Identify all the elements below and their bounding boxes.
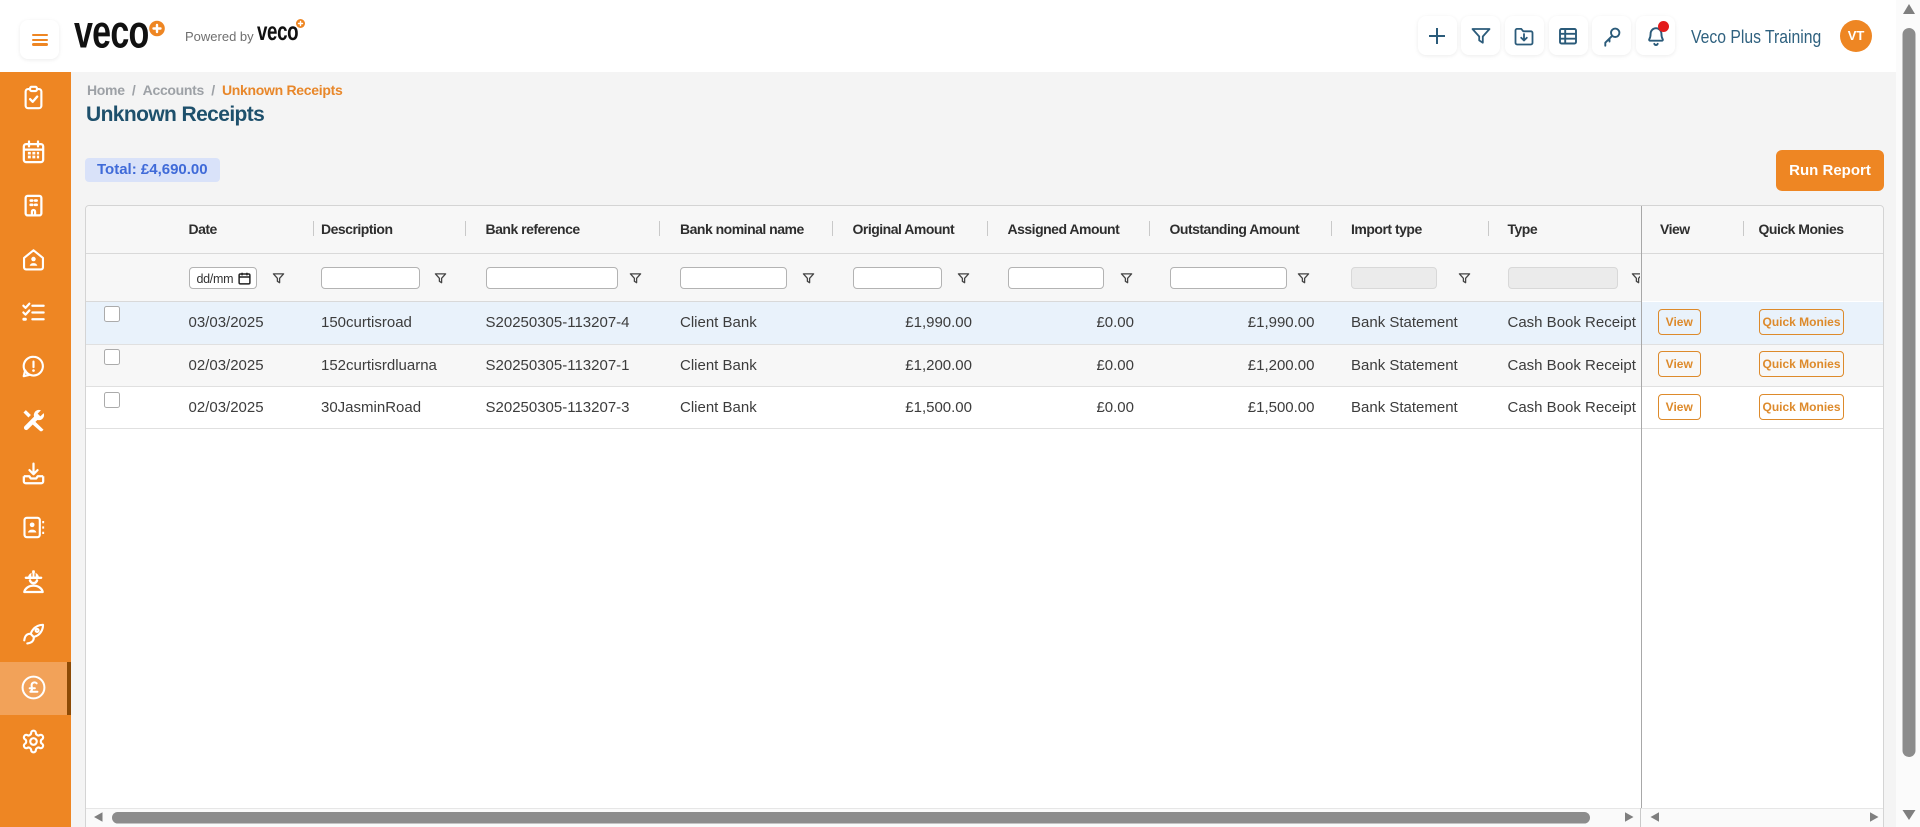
svg-text:veco: veco — [74, 5, 149, 57]
svg-text:Powered by: Powered by — [185, 29, 254, 44]
svg-text:veco: veco — [257, 16, 298, 46]
